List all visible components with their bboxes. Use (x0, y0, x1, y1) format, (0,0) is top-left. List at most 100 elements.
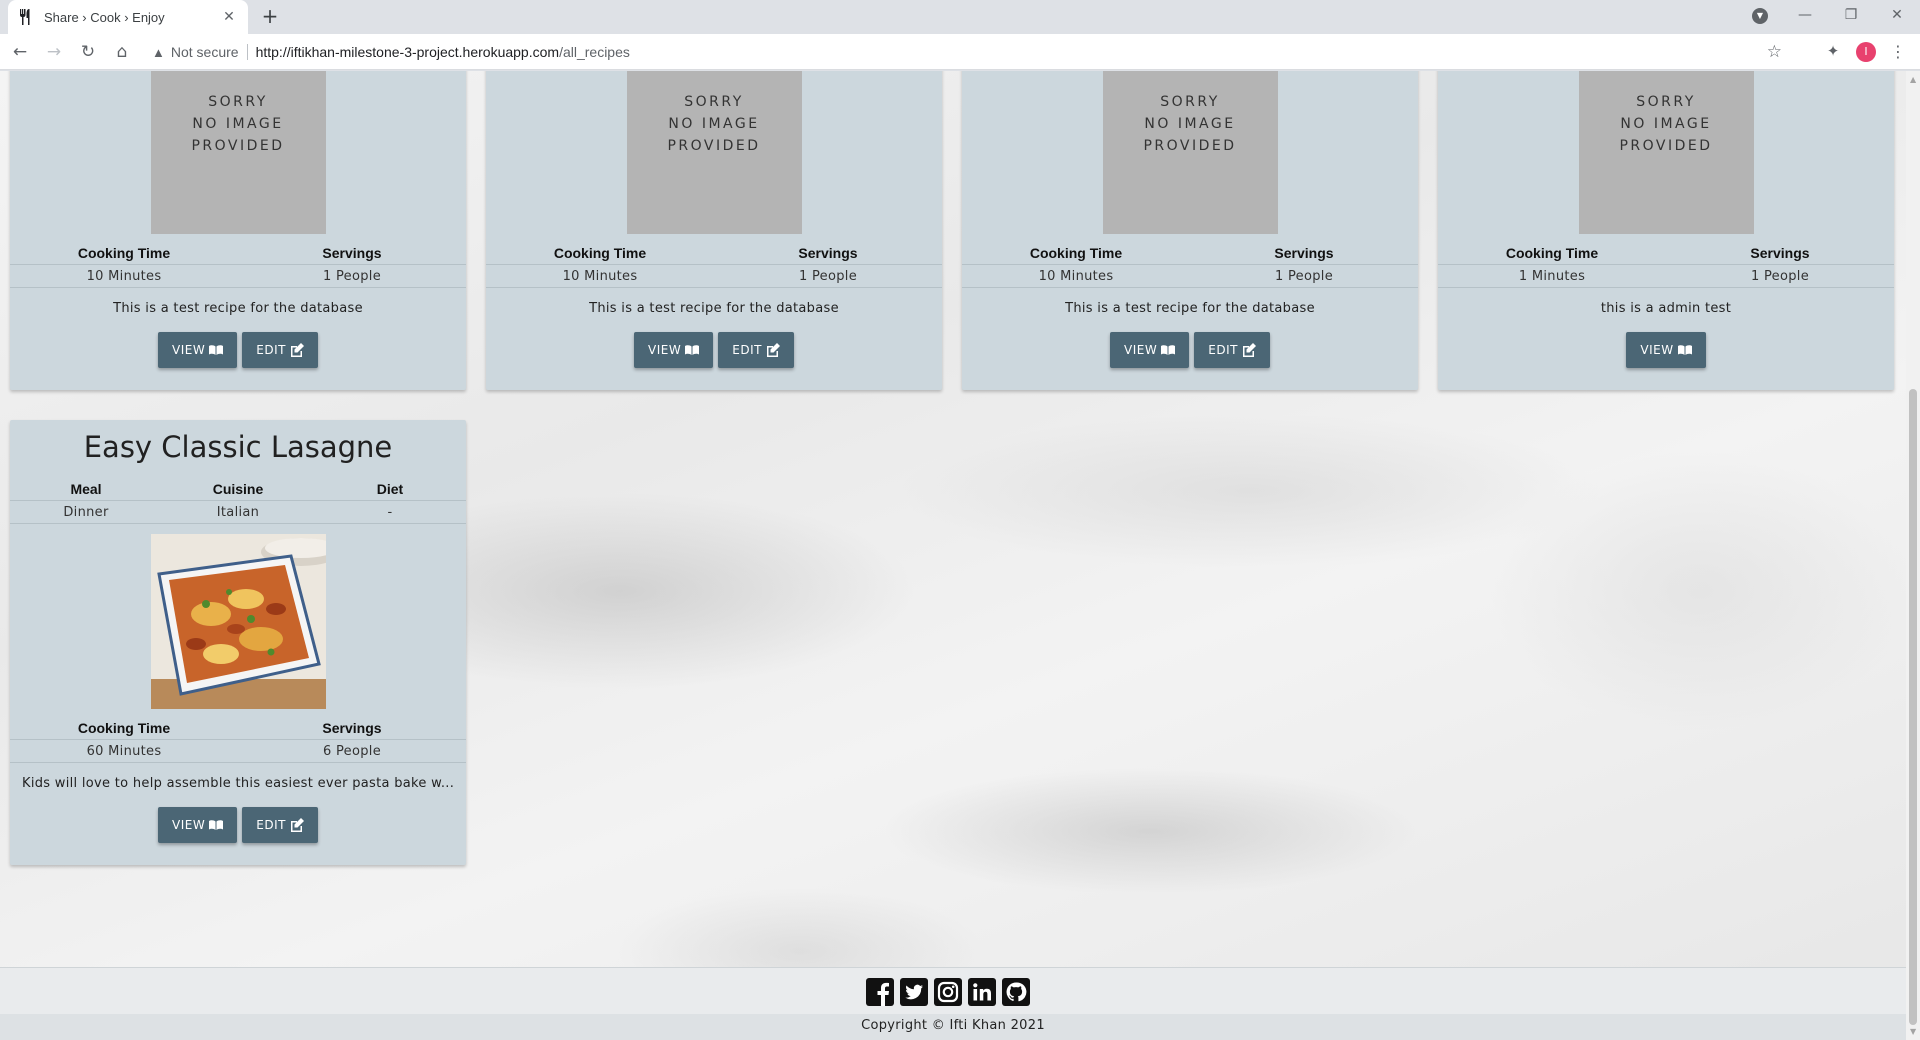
cooking-time-heading: Cooking Time (77, 720, 171, 736)
no-image-placeholder: SORRY NO IMAGE PROVIDED (626, 71, 802, 234)
facebook-icon[interactable] (866, 978, 894, 1006)
edit-button[interactable]: EDIT (1194, 332, 1270, 368)
vertical-scrollbar[interactable]: ▲ ▼ (1906, 71, 1920, 1040)
browser-tab[interactable]: Share › Cook › Enjoy ✕ (8, 0, 248, 34)
bookmark-star-icon[interactable]: ☆ (1767, 42, 1782, 62)
no-image-text: PROVIDED (1143, 137, 1237, 154)
no-image-placeholder: SORRY NO IMAGE PROVIDED (1102, 71, 1278, 234)
restore-icon[interactable]: ❐ (1828, 7, 1874, 23)
close-window-icon[interactable]: ✕ (1874, 7, 1920, 23)
no-image-text: NO IMAGE (668, 115, 760, 132)
twitter-icon[interactable] (900, 978, 928, 1006)
tab-title: Share › Cook › Enjoy (44, 9, 165, 25)
home-icon[interactable]: ⌂ (108, 38, 136, 66)
edit-label: EDIT (256, 343, 286, 357)
tab-search-icon[interactable]: ▼ (1752, 8, 1768, 24)
forward-icon[interactable]: → (40, 38, 68, 66)
scroll-up-arrow-icon[interactable]: ▲ (1910, 75, 1916, 84)
servings-value: 6 People (238, 739, 466, 763)
menu-dots-icon[interactable]: ⋮ (1890, 42, 1906, 61)
meta-headings: Cooking Time Servings (10, 717, 466, 739)
instagram-icon[interactable] (934, 978, 962, 1006)
edit-button[interactable]: EDIT (718, 332, 794, 368)
meta-values: 10 Minutes 1 People (486, 264, 942, 288)
edit-icon (766, 343, 780, 357)
servings-heading: Servings (322, 245, 382, 261)
servings-value: 1 People (238, 264, 466, 288)
linkedin-icon[interactable] (968, 978, 996, 1006)
diet-value: - (314, 500, 466, 524)
scrollbar-thumb[interactable] (1909, 389, 1917, 1025)
meta-headings: Meal Cuisine Diet (10, 478, 466, 500)
no-image-text: PROVIDED (1619, 137, 1713, 154)
view-button[interactable]: VIEW (158, 807, 238, 843)
minimize-icon[interactable]: — (1782, 7, 1828, 23)
profile-avatar[interactable]: I (1856, 42, 1876, 62)
cooking-time-value: 60 Minutes (10, 739, 238, 763)
meta-headings: Cooking Time Servings (10, 242, 466, 264)
cooking-time-heading: Cooking Time (1505, 245, 1599, 261)
cooking-time-heading: Cooking Time (77, 245, 171, 261)
card-actions: VIEW EDIT (962, 332, 1418, 390)
recipe-description: This is a test recipe for the database (1065, 301, 1315, 316)
recipe-image[interactable] (150, 534, 326, 709)
book-icon (209, 820, 224, 830)
servings-value: 1 People (1190, 264, 1418, 288)
meta-values: 10 Minutes 1 People (962, 264, 1418, 288)
no-image-text: SORRY (1636, 93, 1696, 110)
view-button[interactable]: VIEW (634, 332, 714, 368)
view-label: VIEW (1124, 343, 1158, 357)
tab-strip: Share › Cook › Enjoy ✕ + ▼ — ❐ ✕ (0, 0, 1920, 34)
recipe-card: SORRY NO IMAGE PROVIDED Cooking Time Ser… (1438, 71, 1894, 390)
address-bar[interactable]: ▲ Not secure http://iftikhan-milestone-3… (140, 38, 1792, 66)
view-button[interactable]: VIEW (1626, 332, 1706, 368)
book-icon (1161, 345, 1176, 355)
no-image-text: PROVIDED (667, 137, 761, 154)
extensions-icon[interactable]: ✦ (1823, 42, 1843, 62)
edit-label: EDIT (1208, 343, 1238, 357)
edit-button[interactable]: EDIT (242, 332, 318, 368)
meta-values: 10 Minutes 1 People (10, 264, 466, 288)
page-viewport: SORRY NO IMAGE PROVIDED Cooking Time Ser… (0, 71, 1906, 1040)
reload-icon[interactable]: ↻ (74, 38, 102, 66)
card-actions: VIEW EDIT (486, 332, 942, 390)
cooking-time-value: 10 Minutes (10, 264, 238, 288)
copyright: Copyright © Ifti Khan 2021 (0, 1014, 1906, 1040)
cuisine-value: Italian (162, 500, 314, 524)
servings-heading: Servings (322, 720, 382, 736)
no-image-text: SORRY (208, 93, 268, 110)
scroll-down-arrow-icon[interactable]: ▼ (1910, 1027, 1916, 1036)
recipe-title: Easy Classic Lasagne (83, 430, 393, 464)
recipe-card: SORRY NO IMAGE PROVIDED Cooking Time Ser… (486, 71, 942, 390)
card-actions: VIEW EDIT (10, 332, 466, 390)
new-tab-button[interactable]: + (258, 5, 282, 29)
cooking-time-heading: Cooking Time (553, 245, 647, 261)
no-image-placeholder: SORRY NO IMAGE PROVIDED (150, 71, 326, 234)
servings-heading: Servings (1750, 245, 1810, 261)
edit-icon (1242, 343, 1256, 357)
recipe-description: this is a admin test (1600, 301, 1732, 316)
view-button[interactable]: VIEW (158, 332, 238, 368)
cooking-time-value: 10 Minutes (486, 264, 714, 288)
recipe-card: SORRY NO IMAGE PROVIDED Cooking Time Ser… (962, 71, 1418, 390)
servings-value: 1 People (714, 264, 942, 288)
github-icon[interactable] (1002, 978, 1030, 1006)
card-actions: VIEW (1438, 332, 1894, 390)
view-label: VIEW (648, 343, 682, 357)
recipe-description: This is a test recipe for the database (113, 301, 363, 316)
omnibox-separator (246, 44, 248, 60)
back-icon[interactable]: ← (6, 38, 34, 66)
book-icon (685, 345, 700, 355)
no-image-text: SORRY (684, 93, 744, 110)
recipe-description: This is a test recipe for the database (589, 301, 839, 316)
no-image-text: NO IMAGE (192, 115, 284, 132)
view-button[interactable]: VIEW (1110, 332, 1190, 368)
cuisine-heading: Cuisine (212, 481, 264, 497)
close-tab-icon[interactable]: ✕ (220, 9, 238, 25)
card-actions: VIEW EDIT (10, 807, 466, 865)
site-footer: Copyright © Ifti Khan 2021 (0, 967, 1906, 1040)
url-host: http://iftikhan-milestone-3-project.hero… (255, 44, 560, 60)
recipe-card: Easy Classic Lasagne Meal Cuisine Diet D… (10, 420, 466, 865)
view-label: VIEW (172, 343, 206, 357)
edit-button[interactable]: EDIT (242, 807, 318, 843)
